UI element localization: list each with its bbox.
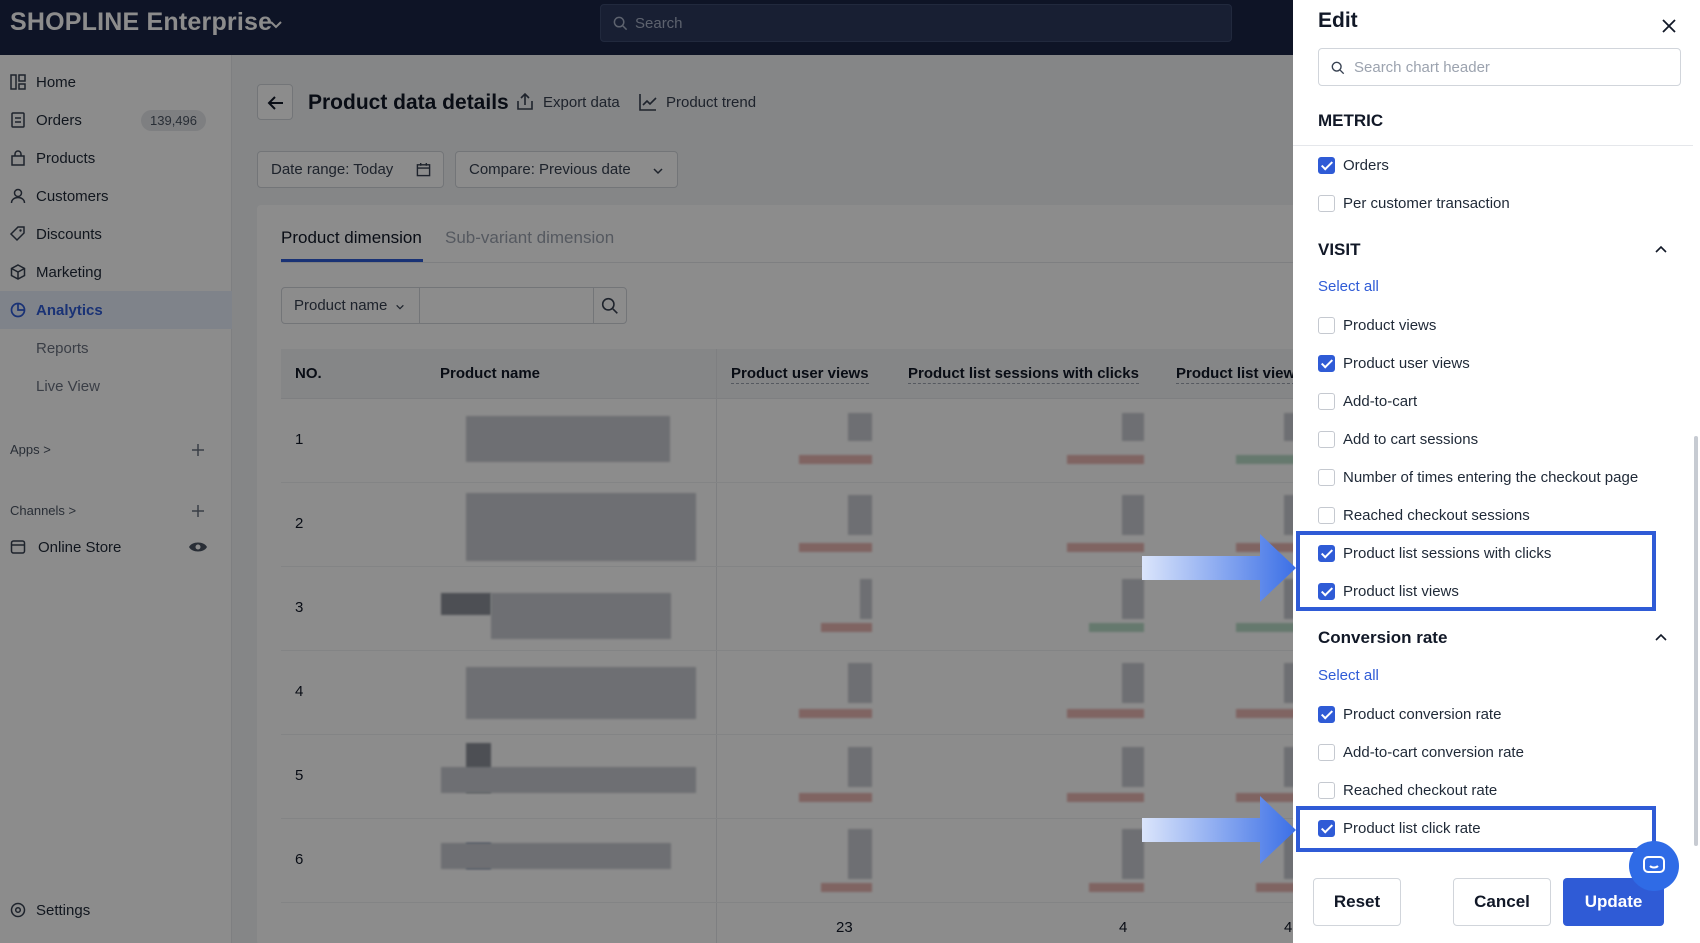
- panel-scrollbar[interactable]: [1694, 436, 1698, 846]
- option-label: Product user views: [1343, 354, 1470, 372]
- checkbox[interactable]: [1318, 194, 1335, 212]
- checkbox[interactable]: [1318, 468, 1335, 486]
- close-icon[interactable]: [1661, 18, 1677, 34]
- edit-columns-panel: Edit Search chart header METRIC Orders P…: [1293, 0, 1700, 943]
- chat-launcher-button[interactable]: [1629, 841, 1679, 891]
- search-icon: [1331, 61, 1345, 75]
- option-checkout-page-entries[interactable]: Number of times entering the checkout pa…: [1318, 467, 1638, 487]
- section-divider: [1293, 145, 1693, 146]
- option-label: Add to cart sessions: [1343, 430, 1479, 448]
- option-per-customer-transaction[interactable]: Per customer transaction: [1318, 193, 1510, 213]
- panel-title: Edit: [1318, 9, 1358, 32]
- cancel-button[interactable]: Cancel: [1453, 878, 1551, 926]
- checkbox[interactable]: [1318, 316, 1335, 334]
- option-label: Reached checkout rate: [1343, 781, 1498, 799]
- checkbox[interactable]: [1318, 819, 1335, 837]
- option-product-views[interactable]: Product views: [1318, 315, 1436, 335]
- option-label: Product list click rate: [1343, 819, 1481, 837]
- visit-section-title: VISIT: [1318, 240, 1361, 259]
- option-label: Product views: [1343, 316, 1437, 334]
- option-orders[interactable]: Orders: [1318, 155, 1389, 175]
- checkbox[interactable]: [1318, 705, 1335, 723]
- option-label: Product conversion rate: [1343, 705, 1502, 723]
- conversion-section-title: Conversion rate: [1318, 628, 1448, 647]
- option-label: Add-to-cart conversion rate: [1343, 743, 1524, 761]
- checkbox[interactable]: [1318, 430, 1335, 448]
- chevron-up-icon[interactable]: [1654, 631, 1668, 645]
- chat-icon: [1643, 856, 1665, 873]
- checkbox[interactable]: [1318, 156, 1335, 174]
- checkbox[interactable]: [1318, 506, 1335, 524]
- option-product-list-sessions-with-clicks[interactable]: Product list sessions with clicks: [1318, 543, 1551, 563]
- visit-select-all-link[interactable]: Select all: [1318, 278, 1379, 295]
- checkbox[interactable]: [1318, 582, 1335, 600]
- checkbox[interactable]: [1318, 781, 1335, 799]
- reset-button[interactable]: Reset: [1313, 878, 1401, 926]
- checkbox[interactable]: [1318, 544, 1335, 562]
- pointer-arrow-icon: [1142, 534, 1296, 602]
- option-add-to-cart-conversion-rate[interactable]: Add-to-cart conversion rate: [1318, 742, 1524, 762]
- checkbox[interactable]: [1318, 743, 1335, 761]
- option-add-to-cart-sessions[interactable]: Add to cart sessions: [1318, 429, 1478, 449]
- option-label: Number of times entering the checkout pa…: [1343, 468, 1639, 486]
- option-label: Per customer transaction: [1343, 194, 1510, 212]
- option-label: Orders: [1343, 156, 1389, 174]
- chevron-up-icon[interactable]: [1654, 243, 1668, 257]
- chart-header-search-placeholder: Search chart header: [1354, 59, 1490, 76]
- modal-backdrop[interactable]: [0, 0, 1293, 943]
- option-reached-checkout-sessions[interactable]: Reached checkout sessions: [1318, 505, 1530, 525]
- option-product-user-views[interactable]: Product user views: [1318, 353, 1470, 373]
- checkbox[interactable]: [1318, 392, 1335, 410]
- checkbox[interactable]: [1318, 354, 1335, 372]
- option-reached-checkout-rate[interactable]: Reached checkout rate: [1318, 780, 1497, 800]
- option-label: Product list sessions with clicks: [1343, 544, 1552, 562]
- metric-section-title: METRIC: [1318, 111, 1384, 130]
- option-product-list-views[interactable]: Product list views: [1318, 581, 1459, 601]
- chart-header-search-input[interactable]: Search chart header: [1318, 48, 1681, 86]
- option-product-conversion-rate[interactable]: Product conversion rate: [1318, 704, 1501, 724]
- conversion-select-all-link[interactable]: Select all: [1318, 667, 1379, 684]
- option-add-to-cart[interactable]: Add-to-cart: [1318, 391, 1417, 411]
- option-product-list-click-rate[interactable]: Product list click rate: [1318, 818, 1481, 838]
- option-label: Add-to-cart: [1343, 392, 1418, 410]
- option-label: Reached checkout sessions: [1343, 506, 1530, 524]
- option-label: Product list views: [1343, 582, 1459, 600]
- pointer-arrow-icon: [1142, 796, 1296, 864]
